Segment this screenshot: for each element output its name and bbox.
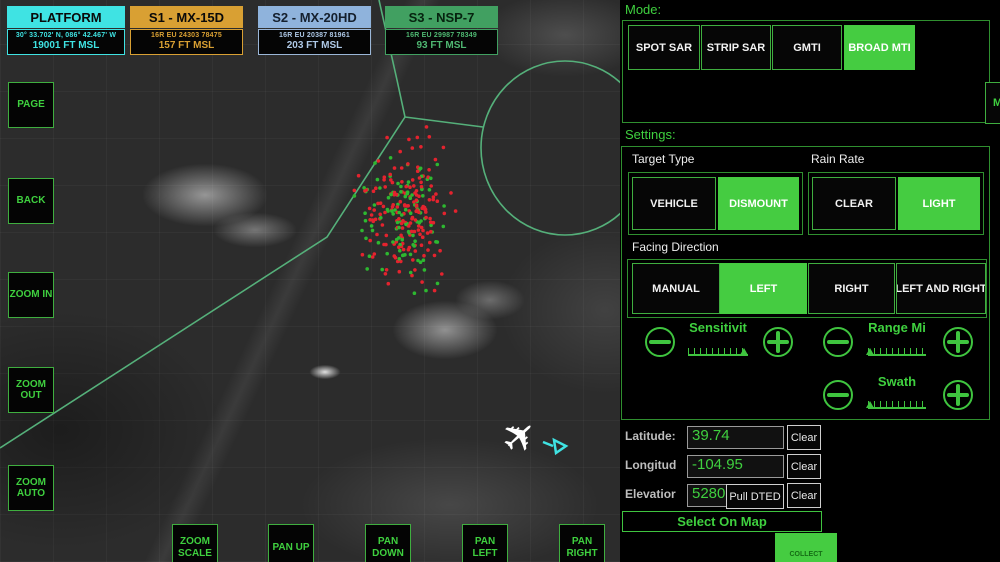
rain-light-button[interactable]: LIGHT — [898, 177, 980, 230]
range-slider[interactable] — [868, 345, 926, 356]
control-panel: Mode: SPOT SAR STRIP SAR GMTI BROAD MTI … — [620, 0, 1000, 562]
platform-coords: 30° 33.702' N, 086° 42.467' W — [9, 32, 123, 39]
pull-dted-button[interactable]: Pull DTED — [726, 484, 784, 509]
facing-left-and-right-button[interactable]: LEFT AND RIGHT — [896, 263, 986, 314]
facing-right-button[interactable]: RIGHT — [808, 263, 895, 314]
swath-increase-button[interactable] — [943, 380, 973, 410]
back-button[interactable]: BACK — [8, 178, 54, 224]
sensor-title: S2 - MX-20HD — [258, 6, 371, 28]
map-viewport[interactable]: ✈ PLATFORM 30° 33.702' N, 086° 42.467' W… — [0, 0, 620, 562]
sensor-altitude: 157 FT MSL — [132, 40, 241, 51]
slider-pointer-icon[interactable] — [866, 348, 874, 355]
platform-title: PLATFORM — [7, 6, 125, 28]
target-dismount-button[interactable]: DISMOUNT — [718, 177, 799, 230]
rain-rate-label: Rain Rate — [811, 152, 864, 166]
mode-broad-mti-button[interactable]: BROAD MTI — [844, 25, 915, 70]
zoom-in-button[interactable]: ZOOM IN — [8, 272, 54, 318]
mode-gmti-button[interactable]: GMTI — [772, 25, 842, 70]
sensitivity-increase-button[interactable] — [763, 327, 793, 357]
mode-section-label: Mode: — [625, 2, 661, 17]
sensor-card-s3: S3 - NSP-7 16R EU 29987 78349 93 FT MSL — [385, 6, 498, 55]
longitude-input[interactable]: -104.95 — [687, 455, 784, 478]
minus-icon — [827, 393, 849, 397]
rain-clear-button[interactable]: CLEAR — [812, 177, 896, 230]
platform-card: PLATFORM 30° 33.702' N, 086° 42.467' W 1… — [7, 6, 125, 55]
facing-manual-button[interactable]: MANUAL — [632, 263, 720, 314]
target-vehicle-button[interactable]: VEHICLE — [632, 177, 716, 230]
svg-text:✈: ✈ — [490, 407, 549, 467]
pan-left-button[interactable]: PAN LEFT — [462, 524, 508, 562]
sensor-title: S3 - NSP-7 — [385, 6, 498, 28]
slider-pointer-icon[interactable] — [740, 348, 748, 355]
facing-left-button[interactable]: LEFT — [720, 263, 807, 314]
minus-icon — [649, 340, 671, 344]
pan-up-button[interactable]: PAN UP — [268, 524, 314, 562]
sensor-card-s1: S1 - MX-15D 16R EU 24303 78475 157 FT MS… — [130, 6, 243, 55]
collect-button[interactable]: COLLECT — [775, 533, 837, 562]
sensitivity-label: Sensitivit — [663, 320, 773, 335]
select-on-map-button[interactable]: Select On Map — [622, 511, 822, 532]
latitude-label: Latitude: — [625, 429, 676, 443]
page-button[interactable]: PAGE — [8, 82, 54, 128]
range-label: Range Mi — [842, 320, 952, 335]
zoom-out-button[interactable]: ZOOM OUT — [8, 367, 54, 413]
elevation-input[interactable]: 5280 — [687, 484, 730, 507]
settings-section-label: Settings: — [625, 127, 676, 142]
elevation-clear-button[interactable]: Clear — [787, 483, 821, 508]
platform-altitude: 19001 FT MSL — [9, 40, 123, 51]
aircraft-icon: ✈ — [490, 407, 566, 467]
latitude-input[interactable]: 39.74 — [687, 426, 784, 449]
range-increase-button[interactable] — [943, 327, 973, 357]
footprint-boundary-lines — [0, 0, 620, 448]
slider-pointer-icon[interactable] — [866, 401, 874, 408]
zoom-auto-button[interactable]: ZOOM AUTO — [8, 465, 54, 511]
facing-direction-label: Facing Direction — [632, 240, 719, 254]
sensitivity-slider[interactable] — [688, 345, 748, 356]
longitude-label: Longitud — [625, 458, 676, 472]
sensor-grid: 16R EU 29987 78349 — [387, 32, 496, 39]
latitude-clear-button[interactable]: Clear — [787, 425, 821, 450]
zoom-scale-button[interactable]: ZOOM SCALE — [172, 524, 218, 562]
swath-label: Swath — [842, 374, 952, 389]
sensor-grid: 16R EU 24303 78475 — [132, 32, 241, 39]
app: ✈ PLATFORM 30° 33.702' N, 086° 42.467' W… — [0, 0, 1000, 562]
elevation-label: Elevatior — [625, 487, 676, 501]
sensor-altitude: 93 FT MSL — [387, 40, 496, 51]
swath-slider[interactable] — [868, 398, 926, 409]
sensor-altitude: 203 FT MSL — [260, 40, 369, 51]
sensor-card-s2: S2 - MX-20HD 16R EU 20387 81961 203 FT M… — [258, 6, 371, 55]
pan-right-button[interactable]: PAN RIGHT — [559, 524, 605, 562]
minus-icon — [827, 340, 849, 344]
mode-spot-sar-button[interactable]: SPOT SAR — [628, 25, 700, 70]
map-overlay: ✈ — [0, 0, 620, 562]
sensor-title: S1 - MX-15D — [130, 6, 243, 28]
target-type-label: Target Type — [632, 152, 694, 166]
longitude-clear-button[interactable]: Clear — [787, 454, 821, 479]
sensor-grid: 16R EU 20387 81961 — [260, 32, 369, 39]
mti-detection-dots — [353, 125, 458, 295]
mode-strip-sar-button[interactable]: STRIP SAR — [701, 25, 771, 70]
edge-menu-button[interactable]: M — [985, 82, 1000, 124]
pan-down-button[interactable]: PAN DOWN — [365, 524, 411, 562]
